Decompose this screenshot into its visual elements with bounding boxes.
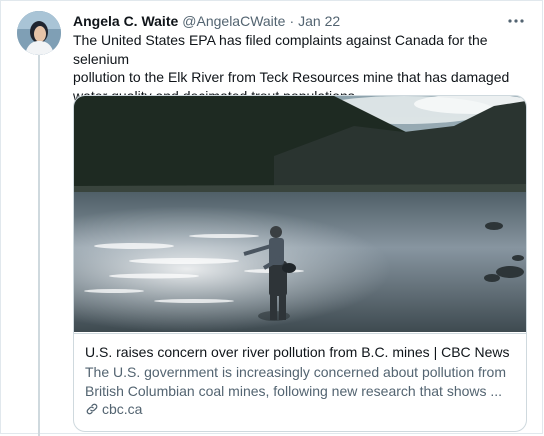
author-handle[interactable]: @AngelaCWaite (182, 13, 285, 29)
tweet-text: The United States EPA has filed complain… (73, 32, 510, 104)
tweet-container[interactable]: Angela C. Waite @AngelaCWaite · Jan 22 T… (0, 0, 543, 436)
card-domain-text: cbc.ca (102, 401, 143, 417)
more-horizontal-icon (508, 10, 524, 28)
avatar[interactable] (17, 11, 61, 55)
link-icon (85, 402, 99, 416)
link-card[interactable]: U.S. raises concern over river pollution… (73, 95, 527, 432)
card-image (74, 96, 526, 332)
thread-line (38, 55, 40, 436)
tweet-date[interactable]: Jan 22 (298, 13, 340, 29)
separator-dot: · (289, 13, 295, 29)
card-description: The U.S. government is increasingly conc… (85, 364, 506, 399)
card-title: U.S. raises concern over river pollution… (85, 344, 510, 360)
tweet-header: Angela C. Waite @AngelaCWaite · Jan 22 (73, 11, 340, 31)
author-name[interactable]: Angela C. Waite (73, 13, 178, 29)
card-domain: cbc.ca (85, 401, 142, 417)
more-options-button[interactable] (504, 9, 528, 29)
card-body: U.S. raises concern over river pollution… (74, 333, 526, 431)
